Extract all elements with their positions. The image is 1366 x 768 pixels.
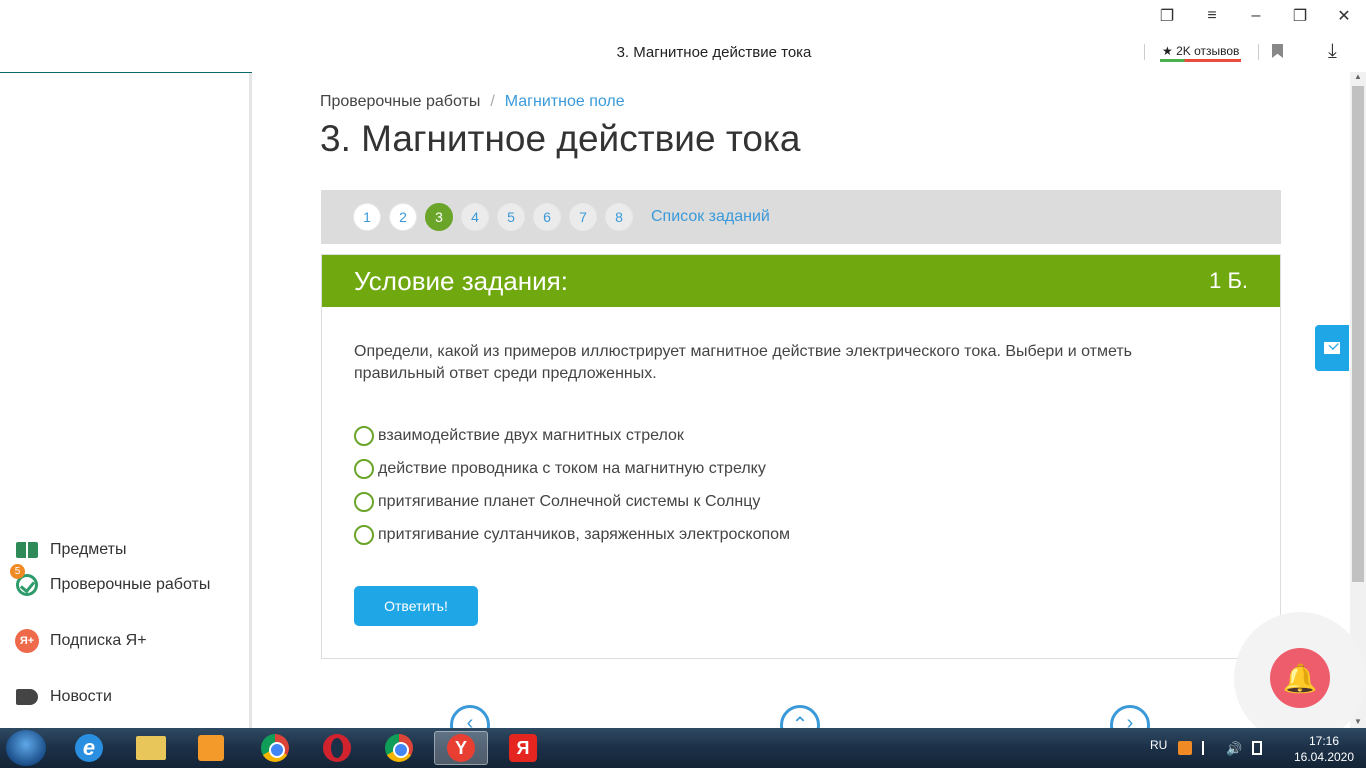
step-5[interactable]: 5 <box>497 203 525 231</box>
notification-badge: 5 <box>10 564 25 579</box>
scroll-down-icon[interactable]: ▼ <box>1354 717 1362 726</box>
task-question: Определи, какой из примеров иллюстрирует… <box>354 343 1132 382</box>
file-explorer-icon <box>136 736 166 760</box>
reviews-label: ★ 2K отзывов <box>1162 44 1240 58</box>
scrollbar-thumb[interactable] <box>1352 86 1364 582</box>
chrome-icon <box>385 734 413 762</box>
taskbar-clock[interactable]: 17:16 16.04.2020 <box>1282 733 1366 765</box>
sidebar-item-label: Подписка Я+ <box>50 632 147 649</box>
breadcrumb-root[interactable]: Проверочные работы <box>320 93 480 111</box>
media-player-icon <box>198 735 224 761</box>
breadcrumb-separator: / <box>490 93 495 110</box>
restore-icon[interactable]: ❐ <box>1288 6 1312 26</box>
scroll-top-arrow-icon[interactable]: ⌃ <box>780 705 820 728</box>
opera-icon <box>323 734 351 762</box>
mail-icon <box>1324 342 1340 354</box>
previous-task-arrow-icon[interactable]: ‹ <box>450 705 490 728</box>
collections-icon[interactable]: ❐ <box>1155 6 1179 26</box>
tray-app-icon[interactable] <box>1178 741 1192 755</box>
task-header-title: Условие задания: <box>354 265 568 296</box>
step-3[interactable]: 3 <box>425 203 453 231</box>
task-steps-bar: 1 2 3 4 5 6 7 8 Список заданий <box>321 190 1281 244</box>
breadcrumb-current-link[interactable]: Магнитное поле <box>505 93 625 111</box>
taskbar-app-file-explorer[interactable] <box>124 731 178 765</box>
battery-icon[interactable] <box>1252 741 1262 755</box>
taskbar-app-media-player[interactable] <box>184 731 238 765</box>
task-list-link[interactable]: Список заданий <box>651 208 770 226</box>
sidebar-item-subjects[interactable]: Предметы <box>14 537 126 563</box>
volume-icon[interactable]: 🔊 <box>1226 741 1242 756</box>
radio-button[interactable] <box>354 425 374 446</box>
feedback-mail-button[interactable] <box>1315 325 1349 371</box>
answer-option-label: взаимодействие двух магнитных стрелок <box>378 426 684 444</box>
reviews-button[interactable]: ★ 2K отзывов <box>1160 40 1242 62</box>
answer-option[interactable]: притягивание султанчиков, заряженных эле… <box>354 518 790 551</box>
main-content: Проверочные работы / Магнитное поле 3. М… <box>255 72 1350 728</box>
browser-toolbar: 3. Магнитное действие тока ❐ ≡ – ❐ ✕ ★ 2… <box>0 0 1366 72</box>
notification-bell-button[interactable]: 🔔 <box>1270 648 1330 708</box>
windows-taskbar: e Y Я RU 🔊 17:16 16.04.2020 <box>0 728 1366 768</box>
sidebar-top-line <box>0 72 252 73</box>
start-orb[interactable] <box>6 730 46 766</box>
taskbar-app-opera[interactable] <box>310 731 364 765</box>
task-header: Условие задания: 1 Б. <box>322 255 1280 307</box>
toolbar-divider <box>1144 44 1145 60</box>
breadcrumb: Проверочные работы / Магнитное поле <box>320 93 625 111</box>
step-4[interactable]: 4 <box>461 203 489 231</box>
taskbar-app-yandex[interactable]: Я <box>496 731 550 765</box>
taskbar-app-chrome[interactable] <box>248 731 302 765</box>
submit-answer-button[interactable]: Ответить! <box>354 586 478 626</box>
step-7[interactable]: 7 <box>569 203 597 231</box>
clock-date: 16.04.2020 <box>1293 750 1355 764</box>
left-sidebar: Предметы 5 Проверочные работы Я+ Подписк… <box>0 72 252 728</box>
book-icon <box>14 537 40 563</box>
sidebar-item-label: Проверочные работы <box>50 576 211 593</box>
next-task-arrow-icon[interactable]: › <box>1110 705 1150 728</box>
answer-option[interactable]: действие проводника с током на магнитную… <box>354 452 790 485</box>
answer-option-label: притягивание планет Солнечной системы к … <box>378 492 761 510</box>
taskbar-app-chrome-2[interactable] <box>372 731 426 765</box>
page-scrollbar[interactable]: ▲ ▼ <box>1350 72 1366 728</box>
clock-time: 17:16 <box>1308 734 1340 748</box>
close-icon[interactable]: ✕ <box>1332 6 1356 26</box>
page-title: 3. Магнитное действие тока <box>320 118 801 159</box>
menu-icon[interactable]: ≡ <box>1200 6 1224 26</box>
step-8[interactable]: 8 <box>605 203 633 231</box>
task-card: Условие задания: 1 Б. Определи, какой из… <box>321 254 1281 659</box>
answer-option[interactable]: притягивание планет Солнечной системы к … <box>354 485 790 518</box>
language-indicator[interactable]: RU <box>1150 738 1167 752</box>
download-icon[interactable]: ⤓ <box>1328 40 1337 63</box>
answer-option-label: притягивание султанчиков, заряженных эле… <box>378 525 791 543</box>
scroll-up-icon[interactable]: ▲ <box>1354 72 1362 81</box>
yandex-browser-icon: Y <box>447 734 475 762</box>
sidebar-item-tests[interactable]: 5 Проверочные работы <box>10 564 211 598</box>
check-circle-icon: 5 <box>10 564 40 598</box>
yandex-icon: Я <box>509 734 537 762</box>
ya-plus-icon: Я+ <box>14 628 40 654</box>
minimize-icon[interactable]: – <box>1244 6 1268 26</box>
taskbar-app-yandex-browser[interactable]: Y <box>434 731 488 765</box>
megaphone-icon <box>14 684 40 710</box>
chrome-icon <box>261 734 289 762</box>
sidebar-item-label: Предметы <box>50 541 127 558</box>
radio-button[interactable] <box>354 458 374 479</box>
internet-explorer-icon: e <box>75 734 103 762</box>
step-2[interactable]: 2 <box>389 203 417 231</box>
sidebar-item-label: Новости <box>50 688 112 705</box>
task-points: 1 Б. <box>1209 268 1248 293</box>
sidebar-item-subscription[interactable]: Я+ Подписка Я+ <box>14 628 147 654</box>
answer-options: взаимодействие двух магнитных стрелок де… <box>354 419 790 551</box>
answer-option[interactable]: взаимодействие двух магнитных стрелок <box>354 419 790 452</box>
taskbar-app-internet-explorer[interactable]: e <box>62 731 116 765</box>
bell-icon: 🔔 <box>1282 662 1318 694</box>
step-1[interactable]: 1 <box>353 203 381 231</box>
network-icon[interactable] <box>1202 741 1216 755</box>
radio-button[interactable] <box>354 491 374 512</box>
step-6[interactable]: 6 <box>533 203 561 231</box>
answer-option-label: действие проводника с током на магнитную… <box>378 459 766 477</box>
toolbar-divider <box>1258 44 1259 60</box>
radio-button[interactable] <box>354 524 374 545</box>
reviews-rating-bar <box>1160 59 1242 62</box>
sidebar-item-news[interactable]: Новости <box>14 684 112 710</box>
